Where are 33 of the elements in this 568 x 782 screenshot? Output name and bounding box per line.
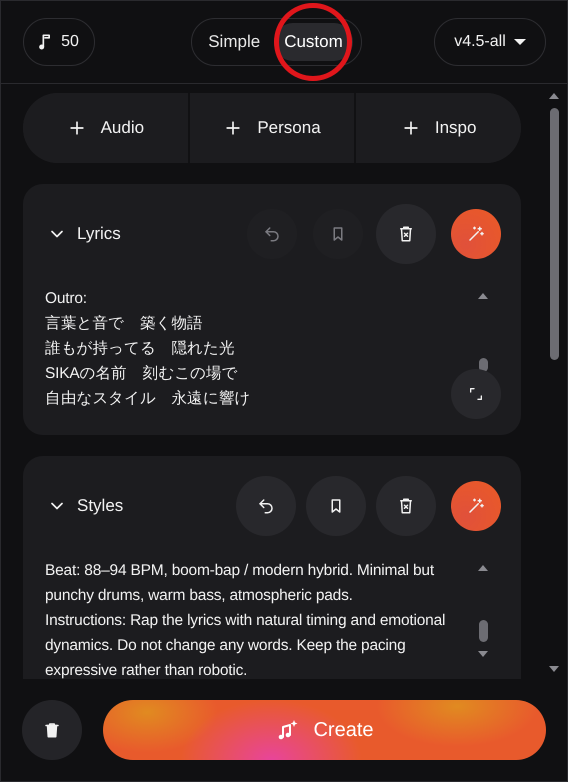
scrollbar-thumb[interactable] [478,358,488,372]
text-line: Instructions: Rap the lyrics with natural timing and emotional dynamics. Do not change any words. Keep the pacing expressive rather than robotic. [45,611,446,679]
credits-button[interactable]: 50 [23,18,95,66]
create-button[interactable]: Create [103,700,546,760]
scroll-up-icon[interactable] [478,292,488,300]
trash-icon [43,721,61,739]
magic-button[interactable] [451,209,501,259]
scroll-up-icon[interactable] [478,564,488,572]
text-line: 誰もが持ってる 隠れた光 [45,339,236,359]
scroll-down-icon[interactable] [478,650,488,658]
magic-button[interactable] [451,481,501,531]
section-toggle[interactable]: Styles [45,496,124,516]
caret-icon [514,39,526,45]
undo-icon [263,225,281,243]
section-toggle[interactable]: Lyrics [45,224,121,244]
scrollbar-thumb[interactable] [550,108,558,360]
scrollbar-thumb[interactable] [478,620,488,642]
text-line: 自由なスタイル 永遠に響け [45,389,252,409]
model-dropdown[interactable]: v4.5-all [434,18,546,66]
magic-wand-icon [467,497,485,515]
undo-icon [257,497,275,515]
text-line: 言葉と音で 築く物語 [45,314,204,334]
trash-x-icon [397,497,415,515]
text-line: Beat: 88–94 BPM, boom-bap / modern hybrid. Minimal but punchy drums, warm bass, atmospheric pads. [45,561,435,606]
scroll-down-icon[interactable] [549,665,559,673]
expand-icon [468,386,484,402]
trash-x-icon [397,225,415,243]
mode-tab[interactable]: Simple [198,23,270,61]
text-line: Outro: [45,289,88,309]
magic-wand-icon [467,225,485,243]
text-line: SIKAの名前 刻むこの場で [45,364,239,384]
text-field[interactable]: Outro: 言葉と音で 築く物語 誰もが持ってる 隠れた光 SIKAの名前 刻むこの場で 自由なスタイル 永遠に響け [45,286,477,411]
scroll-up-icon[interactable] [549,92,559,100]
